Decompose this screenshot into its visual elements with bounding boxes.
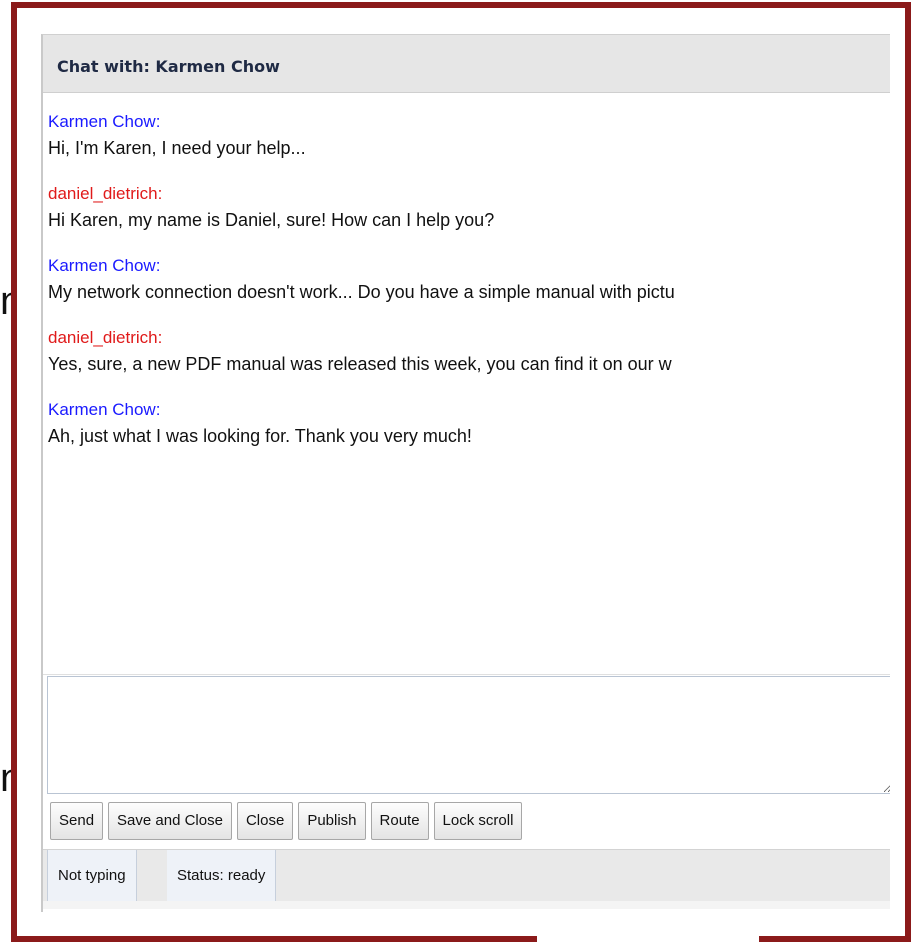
lock-scroll-button[interactable]: Lock scroll	[433, 802, 523, 840]
message: daniel_dietrich: Hi Karen, my name is Da…	[48, 181, 890, 234]
connection-status: Status: ready	[167, 850, 277, 902]
message-text: Hi Karen, my name is Daniel, sure! How c…	[48, 210, 495, 230]
message-sender: Karmen Chow:	[48, 256, 161, 275]
route-button[interactable]: Route	[370, 802, 429, 840]
message-text: Hi, I'm Karen, I need your help...	[48, 138, 306, 158]
message-text: Yes, sure, a new PDF manual was released…	[48, 354, 672, 374]
typing-status: Not typing	[47, 850, 137, 902]
send-button[interactable]: Send	[50, 802, 104, 840]
message-input[interactable]	[47, 676, 890, 794]
status-bar: Not typing Status: ready	[43, 849, 890, 909]
frame-gap	[537, 936, 759, 942]
message-text: Ah, just what I was looking for. Thank y…	[48, 426, 472, 446]
message-sender: daniel_dietrich:	[48, 328, 163, 347]
highlight-frame-bottom	[11, 936, 911, 942]
status-bar-edge	[43, 901, 890, 909]
message: Karmen Chow: My network connection doesn…	[48, 253, 890, 306]
message-sender: Karmen Chow:	[48, 112, 161, 131]
message: Karmen Chow: Hi, I'm Karen, I need your …	[48, 109, 890, 162]
message: daniel_dietrich: Yes, sure, a new PDF ma…	[48, 325, 890, 378]
action-toolbar: Send Save and Close Close Publish Route Lock …	[50, 802, 527, 842]
message: Karmen Chow: Ah, just what I was looking…	[48, 397, 890, 450]
close-button[interactable]: Close	[236, 802, 294, 840]
save-and-close-button[interactable]: Save and Close	[108, 802, 232, 840]
message-sender: daniel_dietrich:	[48, 184, 163, 203]
chat-title: Chat with: Karmen Chow	[43, 35, 890, 93]
highlight-frame-right	[905, 2, 911, 940]
message-log[interactable]: Karmen Chow: Hi, I'm Karen, I need your …	[43, 93, 890, 675]
chat-window: Chat with: Karmen Chow Karmen Chow: Hi, …	[41, 34, 890, 912]
message-sender: Karmen Chow:	[48, 400, 161, 419]
message-text: My network connection doesn't work... Do…	[48, 282, 675, 302]
publish-button[interactable]: Publish	[298, 802, 366, 840]
